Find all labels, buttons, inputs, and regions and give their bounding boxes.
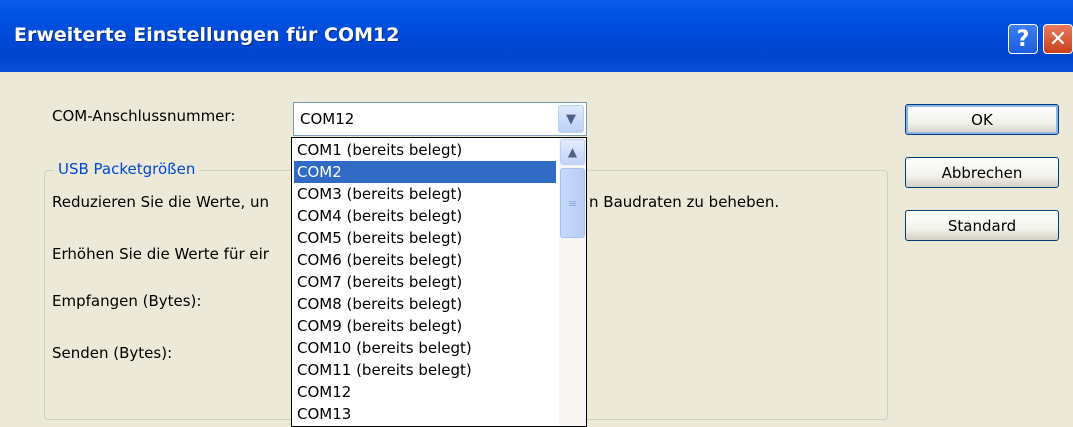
scroll-thumb[interactable]: ≡	[560, 168, 585, 238]
combo-dropdown-button[interactable]: ▼	[558, 105, 584, 133]
send-label: Senden (Bytes):	[52, 344, 173, 362]
ok-button-label: OK	[971, 110, 993, 129]
usb-reduce-text: Reduzieren Sie die Werte, un	[52, 193, 269, 211]
window-title: Erweiterte Einstellungen für COM12	[14, 24, 400, 46]
com-port-option[interactable]: COM12	[294, 381, 556, 403]
com-port-option[interactable]: COM6 (bereits belegt)	[294, 249, 556, 271]
scroll-up-button[interactable]: ▲	[560, 139, 585, 165]
help-button[interactable]: ?	[1008, 24, 1038, 54]
com-port-label: COM-Anschlussnummer:	[52, 107, 236, 125]
grip-icon: ≡	[567, 196, 578, 210]
com-port-option[interactable]: COM9 (bereits belegt)	[294, 315, 556, 337]
usb-group-title: USB Packetgrößen	[54, 160, 200, 178]
title-bar[interactable]: Erweiterte Einstellungen für COM12 ? ✕	[0, 0, 1073, 72]
close-button[interactable]: ✕	[1043, 24, 1073, 54]
com-port-option[interactable]: COM11 (bereits belegt)	[294, 359, 556, 381]
dropdown-scrollbar[interactable]: ▲ ≡	[559, 138, 586, 426]
com-port-option[interactable]: COM7 (bereits belegt)	[294, 271, 556, 293]
com-port-combobox[interactable]: COM12 ▼	[293, 102, 587, 136]
com-port-option[interactable]: COM10 (bereits belegt)	[294, 337, 556, 359]
com-port-option[interactable]: COM1 (bereits belegt)	[294, 139, 556, 161]
com-port-option[interactable]: COM8 (bereits belegt)	[294, 293, 556, 315]
chevron-up-icon: ▲	[567, 145, 578, 159]
default-button-label: Standard	[947, 216, 1017, 235]
cancel-button[interactable]: Abbrechen	[905, 157, 1059, 188]
com-port-option[interactable]: COM2	[294, 161, 556, 183]
ok-button[interactable]: OK	[905, 104, 1059, 135]
com-port-value: COM12	[300, 110, 355, 128]
chevron-down-icon: ▼	[566, 111, 576, 127]
com-port-dropdown-list[interactable]: COM1 (bereits belegt) COM2 COM3 (bereits…	[291, 137, 587, 427]
default-button[interactable]: Standard	[905, 210, 1059, 241]
usb-increase-text: Erhöhen Sie die Werte für eir	[52, 245, 269, 263]
com-port-option[interactable]: COM5 (bereits belegt)	[294, 227, 556, 249]
cancel-button-label: Abbrechen	[941, 163, 1023, 182]
close-icon: ✕	[1048, 26, 1068, 52]
com-port-option[interactable]: COM4 (bereits belegt)	[294, 205, 556, 227]
usb-reduce-text-tail: n Baudraten zu beheben.	[589, 193, 780, 211]
com-port-option[interactable]: COM3 (bereits belegt)	[294, 183, 556, 205]
help-icon: ?	[1016, 26, 1030, 52]
receive-label: Empfangen (Bytes):	[52, 292, 202, 310]
com-port-option[interactable]: COM13	[294, 403, 556, 425]
